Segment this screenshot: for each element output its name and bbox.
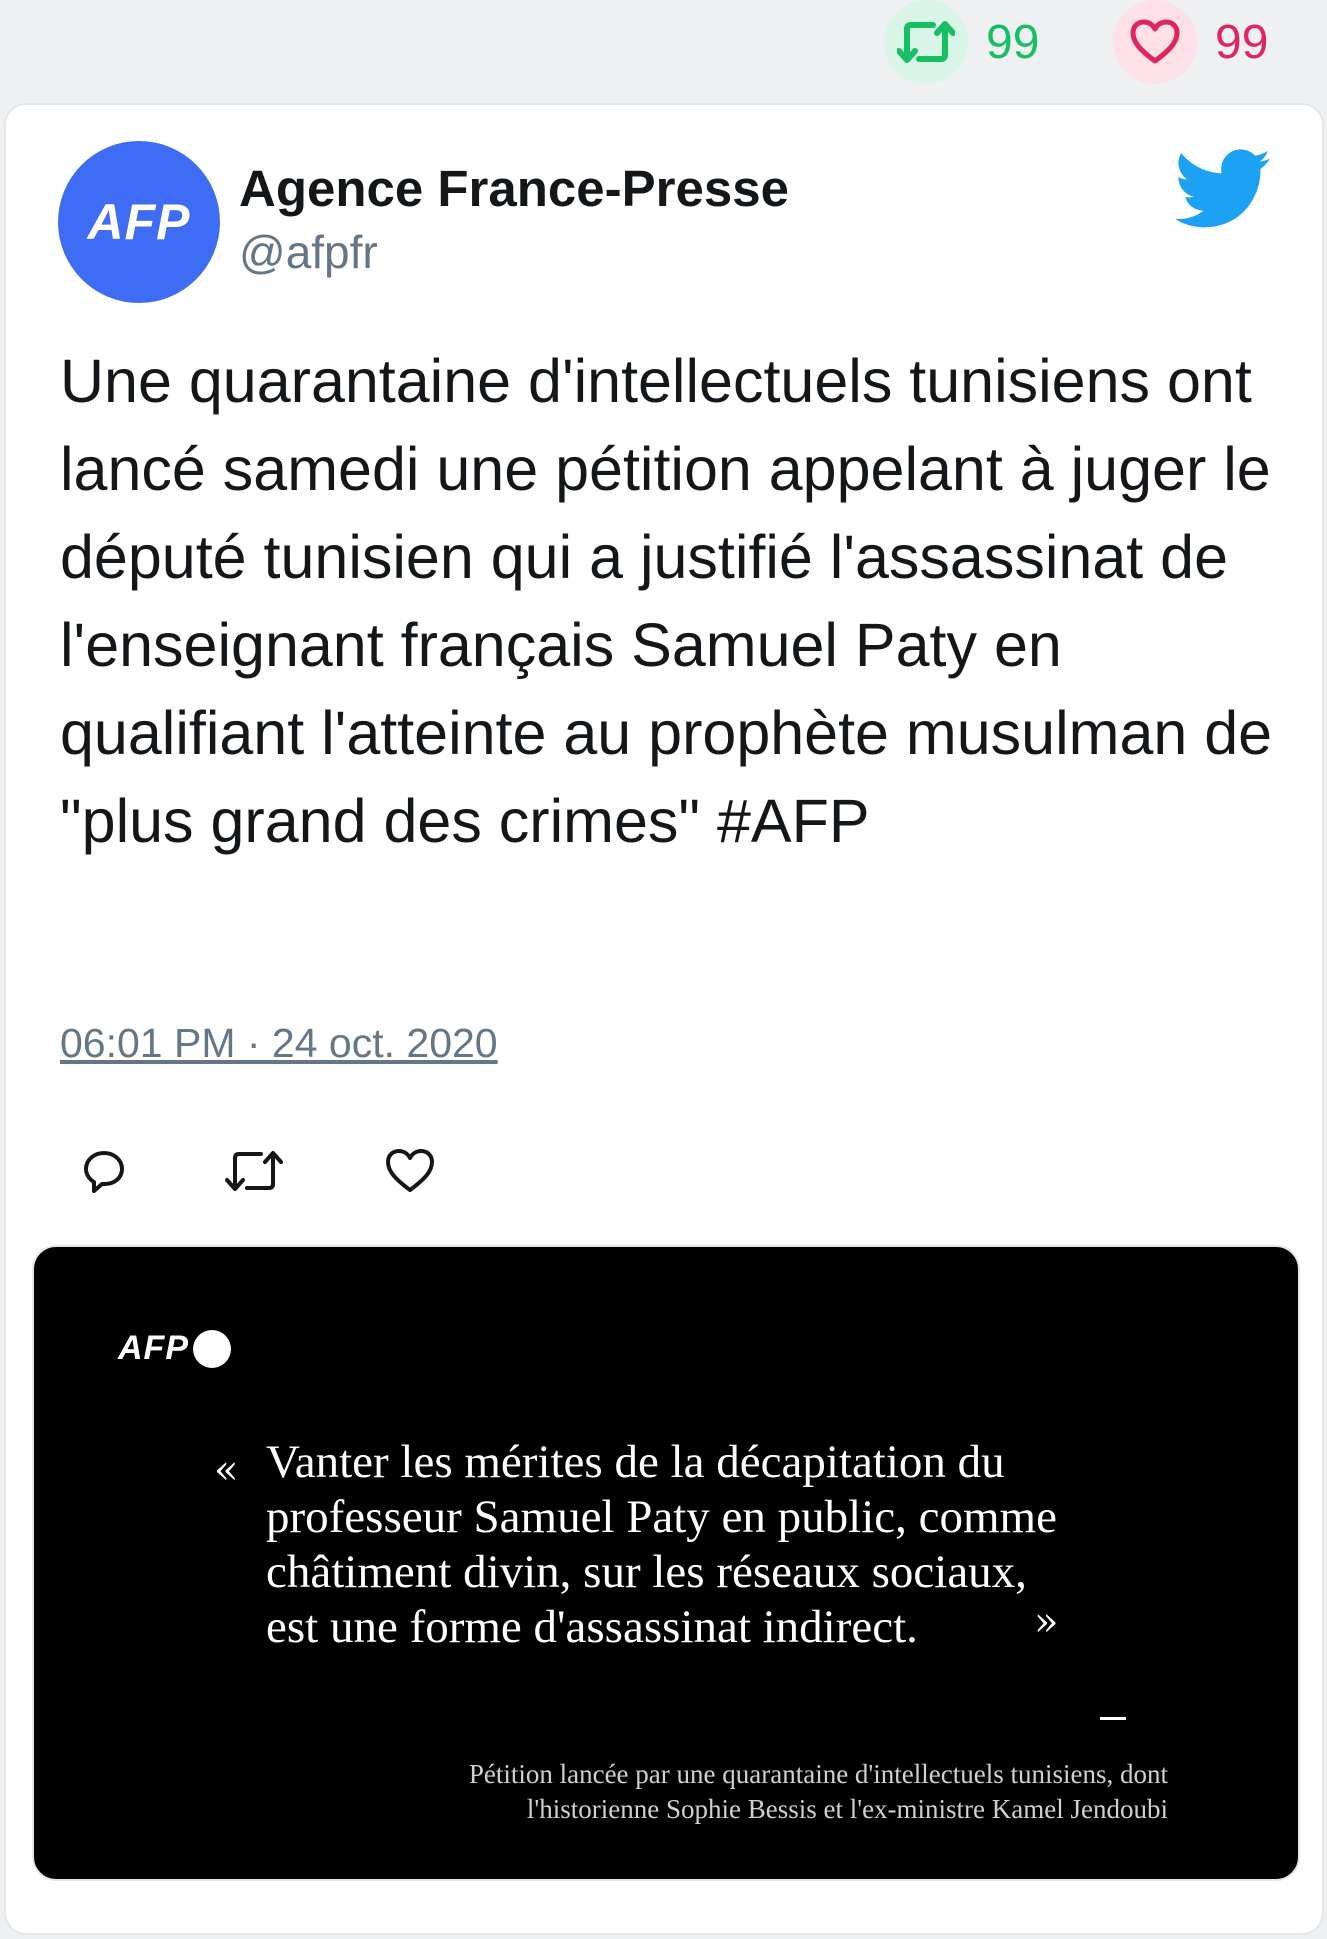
quote-line: châtiment divin, sur les réseaux sociaux… [266,1546,1027,1598]
media-caption: Pétition lancée par une quarantaine d'in… [268,1757,1168,1827]
avatar[interactable]: AFP [58,141,220,303]
engagement-bar: 99 99 [0,0,1327,100]
tweet-media-image[interactable]: AFP « Vanter les mérites de la décapitat… [32,1245,1300,1881]
retweet-icon [225,1151,283,1191]
quote-line: est une forme d'assassinat indirect. [266,1601,918,1653]
reply-button[interactable] [74,1141,134,1201]
media-afp-logo: AFP [118,1329,231,1368]
caption-line: l'historienne Sophie Bessis et l'ex-mini… [526,1794,1168,1824]
media-logo-text: AFP [118,1329,189,1367]
heart-icon[interactable] [1113,0,1197,84]
author-name[interactable]: Agence France-Presse [239,159,789,218]
logo-dot-icon [193,1329,231,1368]
like-count: 99 [1215,15,1269,69]
tweet-card: AFP Agence France-Presse @afpfr Une quar… [4,103,1324,1935]
tweet-text: Une quarantaine d'intellectuels tunisien… [60,347,1273,855]
tweet-timestamp[interactable]: 06:01 PM · 24 oct. 2020 [60,1020,498,1067]
retweet-button[interactable] [224,1141,284,1201]
like-button[interactable] [380,1141,440,1201]
caption-line: Pétition lancée par une quarantaine d'in… [468,1759,1168,1789]
retweet-stat[interactable]: 99 [884,0,1039,84]
avatar-logo-text: AFP [87,194,191,250]
quote-close-mark: » [1034,1599,1059,1645]
author-handle[interactable]: @afpfr [239,225,378,279]
reply-icon [84,1151,124,1193]
attribution-dash [1100,1717,1126,1720]
heart-icon [386,1149,434,1192]
quote-line: professeur Samuel Paty en public, comme [266,1491,1057,1543]
like-stat[interactable]: 99 [1113,0,1268,84]
quote-text: Vanter les mérites de la décapitation du… [266,1435,1246,1655]
retweet-count: 99 [986,15,1040,69]
quote-open-mark: « [214,1447,239,1493]
retweet-icon[interactable] [884,0,968,84]
quote-line: Vanter les mérites de la décapitation du [266,1436,1005,1488]
twitter-bird-icon[interactable] [1176,149,1272,229]
